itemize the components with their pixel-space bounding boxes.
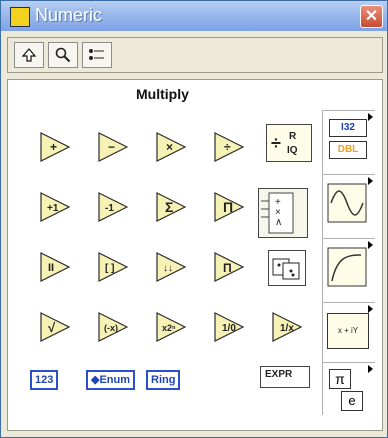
svg-text:×: × — [166, 140, 173, 154]
complex-label: x + iY — [327, 313, 369, 349]
enum-constant-icon[interactable]: ◆Enum — [86, 370, 136, 390]
svg-text:+: + — [50, 140, 57, 154]
subpalette-column: I32 DBL x + iY π e — [322, 110, 375, 415]
svg-text:x2ⁿ: x2ⁿ — [162, 323, 176, 333]
expression-node-icon[interactable]: EXPR — [260, 366, 310, 388]
data-conversion-subpalette[interactable]: I32 DBL — [323, 110, 375, 171]
svg-text:Π: Π — [223, 199, 233, 215]
view-options-button[interactable] — [82, 42, 112, 68]
subpalette-arrow-icon — [368, 365, 373, 373]
view-options-icon — [89, 49, 104, 60]
svg-text:∧: ∧ — [275, 217, 282, 228]
sign-icon[interactable]: 1/0 — [212, 310, 246, 344]
subtract-icon[interactable]: − — [96, 130, 130, 164]
trig-subpalette[interactable] — [323, 174, 375, 235]
random-number-icon[interactable] — [268, 250, 306, 286]
svg-text:[ ]: [ ] — [105, 263, 114, 274]
add-icon[interactable]: + — [38, 130, 72, 164]
scale-by-power-of-2-icon[interactable]: x2ⁿ — [154, 310, 188, 344]
compound-arithmetic-icon[interactable]: + × ∧ — [258, 188, 308, 238]
sine-wave-icon — [327, 183, 367, 223]
round-up-icon[interactable]: Π — [212, 250, 246, 284]
window-icon — [10, 7, 30, 27]
absolute-value-icon[interactable]: II — [38, 250, 72, 284]
exponential-curve-icon — [327, 247, 367, 287]
complex-subpalette[interactable]: x + iY — [323, 302, 375, 359]
product-icon[interactable]: Π — [212, 190, 246, 224]
up-arrow-button[interactable] — [14, 42, 44, 68]
svg-text:↓↓: ↓↓ — [163, 263, 173, 274]
svg-text:1/x: 1/x — [280, 323, 294, 334]
svg-text:÷: ÷ — [271, 133, 281, 153]
titlebar: Numeric ✕ — [1, 1, 387, 31]
multiply-icon[interactable]: × — [154, 130, 188, 164]
subpalette-arrow-icon — [368, 113, 373, 121]
reciprocal-icon[interactable]: 1/x — [270, 310, 304, 344]
up-arrow-icon — [21, 48, 37, 62]
close-button[interactable]: ✕ — [360, 5, 383, 28]
svg-text:√: √ — [48, 320, 56, 335]
e-label: e — [341, 391, 363, 411]
numeric-constant-icon[interactable]: 123 — [30, 370, 59, 390]
svg-text:Π: Π — [223, 261, 232, 275]
svg-text:+1: +1 — [47, 203, 59, 214]
window-title: Numeric — [35, 5, 103, 25]
svg-text:(-x): (-x) — [104, 323, 118, 333]
i32-label: I32 — [329, 119, 367, 137]
svg-text:-1: -1 — [105, 203, 114, 214]
subpalette-arrow-icon — [368, 177, 373, 185]
negate-icon[interactable]: (-x) — [96, 310, 130, 344]
subpalette-arrow-icon — [368, 241, 373, 249]
numeric-palette-window: Numeric ✕ Multiply + − × ÷ +1 -1 Σ Π II … — [0, 0, 388, 438]
quotient-remainder-icon[interactable]: ÷ R IQ — [266, 124, 312, 162]
round-icon[interactable]: [ ] — [96, 250, 130, 284]
constants-subpalette[interactable]: π e — [323, 362, 375, 419]
svg-text:IQ: IQ — [287, 145, 298, 156]
toolbar — [7, 37, 383, 73]
svg-text:II: II — [48, 262, 54, 274]
svg-text:1/0: 1/0 — [222, 323, 236, 334]
decrement-icon[interactable]: -1 — [96, 190, 130, 224]
round-down-icon[interactable]: ↓↓ — [154, 250, 188, 284]
search-button[interactable] — [48, 42, 78, 68]
svg-text:R: R — [289, 131, 297, 142]
exponential-subpalette[interactable] — [323, 238, 375, 299]
panel-title: Multiply — [136, 86, 189, 102]
palette-panel: Multiply + − × ÷ +1 -1 Σ Π II [] ↓↓ Π √… — [7, 79, 383, 431]
svg-text:Σ: Σ — [165, 199, 173, 215]
divide-icon[interactable]: ÷ — [212, 130, 246, 164]
svg-text:−: − — [108, 140, 115, 154]
search-icon — [55, 47, 71, 63]
subpalette-arrow-icon — [368, 305, 373, 313]
dbl-label: DBL — [329, 141, 367, 159]
increment-icon[interactable]: +1 — [38, 190, 72, 224]
square-root-icon[interactable]: √ — [38, 310, 72, 344]
svg-text:÷: ÷ — [224, 140, 231, 154]
pi-label: π — [329, 369, 351, 389]
ring-constant-icon[interactable]: Ring — [146, 370, 181, 390]
sum-icon[interactable]: Σ — [154, 190, 188, 224]
